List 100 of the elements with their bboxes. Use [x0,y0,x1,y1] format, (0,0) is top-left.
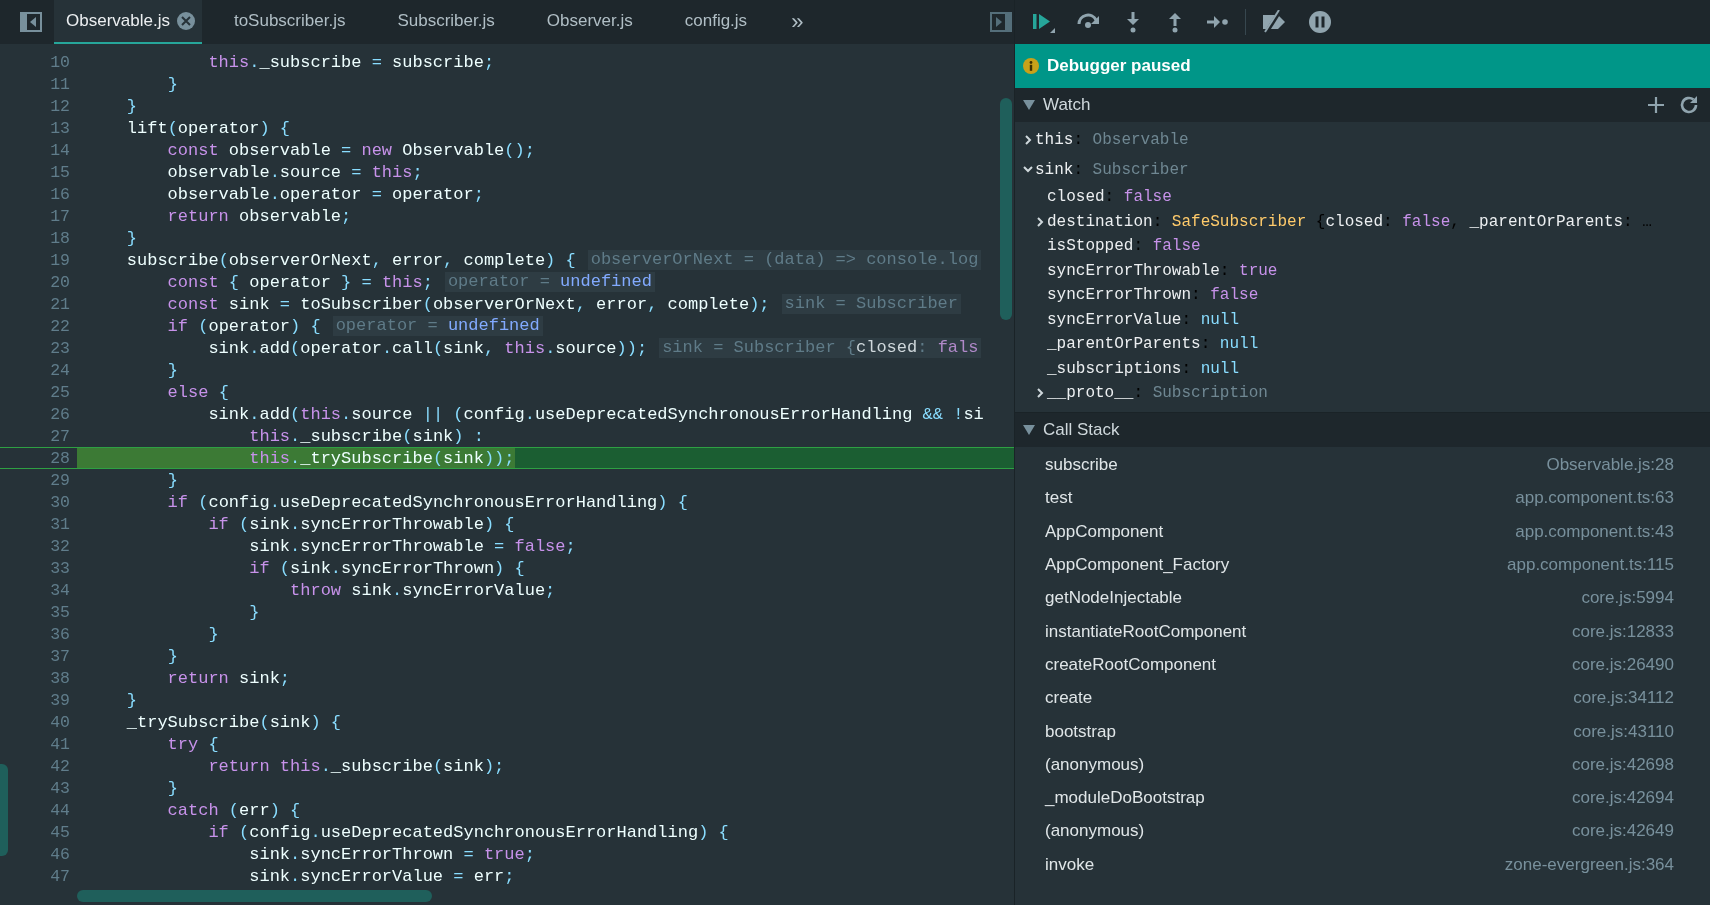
source-location[interactable]: core.js:34112 [1573,688,1674,709]
triangle-icon [1023,100,1035,110]
code-line: } [125,96,137,116]
pause-icon [1308,10,1332,34]
source-location[interactable]: core.js:26490 [1571,654,1674,675]
section-header[interactable]: Watch [1015,88,1710,122]
frame-name[interactable]: _moduleDoBootstrap [1045,788,1205,809]
code-line: return this._subscribe(sink); [207,756,505,776]
watch-entry: syncErrorValue: null [1047,310,1240,329]
code-line: observable.source = this; [166,162,423,182]
chevron-icon[interactable] [1035,215,1045,228]
frame-name[interactable]: test [1045,488,1073,509]
watch-entry: syncErrorThrowable: true [1047,261,1278,280]
code-line: const sink = toSubscriber(observerOrNext, error, complete); [166,294,770,314]
watch-entry: _subscriptions: null [1047,359,1240,378]
code-line: else { [166,382,229,402]
refresh-icon [1678,94,1700,116]
frame-name[interactable]: createRootComponent [1045,654,1217,675]
frame-name[interactable]: AppComponent [1045,521,1164,542]
code-line: } [166,646,178,666]
code-line: } [207,624,219,644]
triangle-icon [1023,424,1035,435]
code-line: if (operator) { [166,316,321,336]
source-location[interactable]: core.js:5994 [1581,588,1674,609]
chevron-icon[interactable] [1023,134,1033,146]
source-location[interactable]: app.component.ts:115 [1507,555,1674,576]
inline-value: sink = Subscriber {closed: fals [659,338,982,358]
source-location[interactable]: zone-evergreen.js:364 [1504,854,1674,875]
frame-name[interactable]: instantiateRootComponent [1045,621,1247,642]
vertical-scrollbar[interactable] [1000,98,1012,320]
code-line: if (sink.syncErrorThrowable) { [207,514,515,534]
code-line: } [125,228,137,248]
source-location[interactable]: app.component.ts:43 [1515,521,1674,542]
info-icon [1023,58,1039,74]
sidebar-toggle-icon [990,12,1012,32]
code-line: } [166,74,178,94]
code-line: lift(operator) { [125,118,291,138]
watch-entry: closed: false [1047,188,1172,207]
source-location[interactable]: core.js:43110 [1573,721,1674,742]
frame-name[interactable]: bootstrap [1045,721,1116,742]
code-line: const observable = new Observable(); [166,140,535,160]
file-tab[interactable]: Observer.js [526,0,653,44]
watch-entry: __proto__: Subscription [1047,384,1268,403]
inline-value: observerOrNext = (data) => console.log [587,250,982,270]
file-tab[interactable]: config.js [664,0,768,44]
horizontal-scrollbar[interactable] [77,890,432,902]
code-line: } [166,778,178,798]
code-line: subscribe(observerOrNext, error, complete) { [125,250,576,270]
file-tab[interactable]: Observable.js [54,0,202,44]
watch-entry: this: Observable [1035,131,1189,149]
banner-text: Debugger paused [1047,56,1191,76]
frame-name[interactable]: create [1045,688,1093,709]
code-line: this._subscribe(sink) : [248,426,484,446]
source-location[interactable]: Observable.js:28 [1546,455,1674,476]
code-line: this._subscribe = subscribe; [207,52,495,72]
source-location[interactable]: core.js:12833 [1571,621,1674,642]
source-location[interactable]: core.js:42649 [1571,821,1674,842]
code-line: sink.syncErrorThrowable = false; [248,536,576,556]
watch-entry: destination: SafeSubscriber {closed: false, _parentOrParents: … [1047,212,1652,231]
section-title: Watch [1043,95,1091,115]
code-line: observable.operator = operator; [166,184,484,204]
code-line: sink.syncErrorThrown = true; [248,844,535,864]
sidebar-toggle-icon [20,12,42,32]
watch-entry: sink: Subscriber [1035,161,1189,179]
code-line: sink.syncErrorValue = err; [248,866,515,886]
code-line: const { operator } = this; [166,272,433,292]
section-header[interactable]: Call Stack [1015,412,1710,447]
frame-name[interactable]: subscribe [1045,455,1118,476]
frame-name[interactable]: (anonymous) [1045,754,1145,775]
code-line: } [166,360,178,380]
inline-value: sink = Subscriber [781,294,961,314]
code-line: sink.add(this.source || (config.useDeprecatedSynchronousErrorHandling && !si [207,404,984,424]
source-location[interactable]: core.js:42698 [1571,754,1674,775]
code-line: } [248,602,260,622]
code-line: if (config.useDeprecatedSynchronousErrorHandling) { [166,492,688,512]
frame-name[interactable]: invoke [1045,854,1095,875]
watch-entry: isStopped: false [1047,237,1201,256]
frame-name[interactable]: getNodeInjectable [1045,588,1183,609]
line-number: 28 [0,448,77,468]
frame-name[interactable]: AppComponent_Factory [1045,555,1230,576]
section-title: Call Stack [1043,419,1120,440]
code-line: if (sink.syncErrorThrown) { [248,558,525,578]
watch-entry: syncErrorThrown: false [1047,286,1259,305]
chevron-icon[interactable] [1035,387,1045,400]
code-line: _trySubscribe(sink) { [125,712,342,732]
source-location[interactable]: app.component.ts:63 [1515,488,1674,509]
inline-value: operator = undefined [332,316,543,336]
close-icon[interactable] [175,11,196,31]
watch-entry: _parentOrParents: null [1047,335,1259,354]
frame-name[interactable]: (anonymous) [1045,821,1145,842]
code-line: try { [166,734,219,754]
code-line: } [166,470,178,490]
more-tabs-button[interactable]: » [779,0,816,44]
file-tab[interactable]: Subscriber.js [377,0,515,44]
file-tab[interactable]: toSubscriber.js [213,0,366,44]
code-line: return observable; [166,206,352,226]
plus-icon [1646,95,1666,115]
code-line: } [125,690,137,710]
source-location[interactable]: core.js:42694 [1571,788,1674,809]
code-line: sink.add(operator.call(sink, this.source)); [207,338,648,358]
